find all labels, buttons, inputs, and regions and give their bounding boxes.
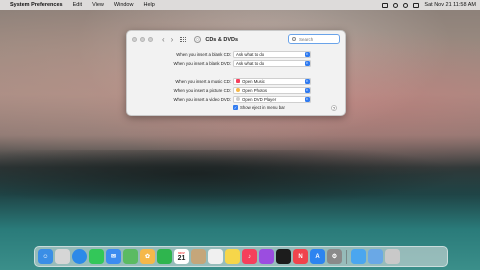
photos-icon[interactable]: ✿ [140,249,155,264]
menu-view[interactable]: View [92,2,104,8]
window-title: CDs & DVDs [205,36,239,43]
music-icon[interactable]: ♪ [242,249,257,264]
show-eject-checkbox[interactable]: ✓ [233,105,238,110]
popup-value: Open Music [242,78,265,84]
calendar-icon[interactable]: NOV 21 [174,249,189,264]
podcasts-icon[interactable] [259,249,274,264]
dock: ☺ ✉ ✿ NOV 21 ♪ N A ⚙ [34,246,448,267]
facetime-icon[interactable] [157,249,172,264]
tv-icon[interactable] [276,249,291,264]
messages-icon[interactable] [89,249,104,264]
row-label: When you insert a blank CD: [176,51,231,57]
minimize-button[interactable] [140,37,145,42]
mail-icon[interactable]: ✉ [106,249,121,264]
search-input[interactable] [299,36,337,42]
dock-separator [346,249,347,264]
blank-dvd-popup[interactable]: Ask what to do ⇕ [233,59,311,67]
menu-bar: System Preferences Edit View Window Help… [0,0,480,10]
row-music-cd: When you insert a music CD: Open Music ⇕ [127,77,347,85]
wallpaper-shadow [0,150,480,210]
maps-icon[interactable] [123,249,138,264]
row-label: When you insert a picture CD: [173,87,231,93]
search-icon[interactable] [403,2,409,8]
cd-icon [194,36,202,43]
title-bar[interactable]: ‹ › CDs & DVDs [127,31,345,48]
row-blank-cd: When you insert a blank CD: Ask what to … [127,50,347,58]
wifi-icon[interactable] [393,2,399,8]
back-button[interactable]: ‹ [162,35,165,44]
show-eject-label: Show eject in menu bar [240,105,285,110]
show-eject-row[interactable]: ✓ Show eject in menu bar [233,105,285,110]
battery-icon[interactable] [382,2,389,8]
system-preferences-icon[interactable]: ⚙ [327,249,342,264]
dvd-player-icon [236,97,240,101]
popup-value: Ask what to do [236,60,265,66]
popup-arrows-icon: ⇕ [304,79,310,84]
video-dvd-popup[interactable]: Open DVD Player ⇕ [233,95,311,103]
airdrop-icon[interactable] [350,249,366,264]
news-icon[interactable]: N [293,249,308,264]
reminders-icon[interactable] [208,249,223,264]
finder-icon[interactable]: ☺ [38,249,53,264]
notes-icon[interactable] [225,249,240,264]
music-cd-popup[interactable]: Open Music ⇕ [233,77,311,85]
menu-edit[interactable]: Edit [73,2,82,8]
row-label: When you insert a music CD: [175,78,231,84]
menu-datetime[interactable]: Sat Nov 21 11:58 AM [424,2,476,8]
popup-value: Open Photos [242,87,268,93]
menu-help[interactable]: Help [143,2,154,8]
popup-arrows-icon: ⇕ [304,88,310,93]
search-field[interactable] [288,34,340,44]
app-store-icon[interactable]: A [310,249,325,264]
zoom-button[interactable] [148,37,153,42]
control-center-icon[interactable] [413,2,420,8]
cds-dvds-window: ‹ › CDs & DVDs When you insert a blank C… [126,30,346,116]
magnifier-icon [292,37,296,41]
show-all-icon[interactable] [180,36,187,43]
row-picture-cd: When you insert a picture CD: Open Photo… [127,86,347,94]
photos-app-icon [236,88,240,92]
calendar-day: 21 [177,254,186,262]
popup-value: Open DVD Player [242,96,277,102]
popup-arrows-icon: ⇕ [304,52,310,57]
blank-cd-popup[interactable]: Ask what to do ⇕ [233,50,311,58]
downloads-folder-icon[interactable] [367,249,383,264]
menu-window[interactable]: Window [114,2,134,8]
forward-button[interactable]: › [171,35,174,44]
row-label: When you insert a video DVD: [173,96,231,102]
row-video-dvd: When you insert a video DVD: Open DVD Pl… [127,95,347,103]
music-app-icon [236,79,240,83]
row-blank-dvd: When you insert a blank DVD: Ask what to… [127,59,347,67]
popup-value: Ask what to do [236,51,265,57]
contacts-icon[interactable] [191,249,206,264]
popup-arrows-icon: ⇕ [304,97,310,102]
picture-cd-popup[interactable]: Open Photos ⇕ [233,86,311,94]
safari-icon[interactable] [72,249,87,264]
trash-icon[interactable] [384,249,400,264]
menu-app-name[interactable]: System Preferences [10,2,63,8]
launchpad-icon[interactable] [55,249,70,264]
close-button[interactable] [132,37,137,42]
popup-arrows-icon: ⇕ [304,61,310,66]
row-label: When you insert a blank DVD: [173,60,231,66]
help-button[interactable]: ? [331,105,337,111]
